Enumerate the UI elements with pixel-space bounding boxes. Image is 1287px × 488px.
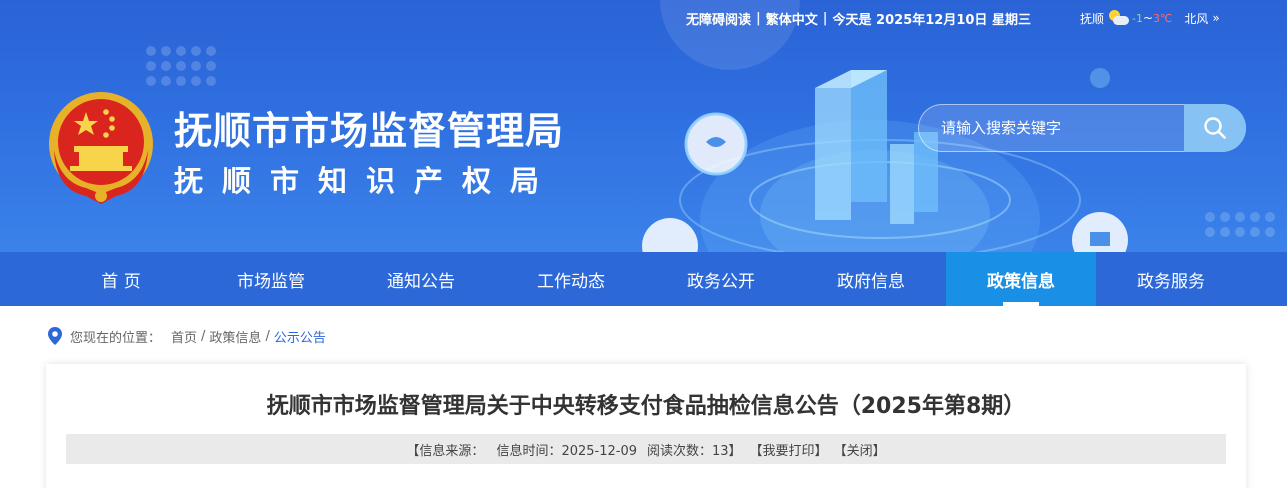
print-link[interactable]: 【我要打印】	[750, 440, 828, 459]
search-box	[918, 104, 1246, 152]
meta-source: 【信息来源：	[406, 443, 485, 459]
article-meta: 【信息来源： 信息时间：2025-12-09 阅读次数：13】 【我要打印】 【…	[66, 434, 1226, 464]
breadcrumb-label: 您现在的位置：	[70, 330, 162, 346]
weather-temp-high: 3℃	[1153, 11, 1173, 25]
separator: |	[756, 10, 761, 26]
banner-dots	[1205, 212, 1275, 237]
site-subtitle: 抚顺市知识产权局	[174, 164, 559, 198]
book-illustration	[642, 68, 1128, 252]
weather-city: 抚顺	[1080, 11, 1105, 26]
article-title: 抚顺市市场监督管理局关于中央转移支付食品抽检信息公告（2025年第8期）	[266, 394, 1026, 419]
accessibility-link[interactable]: 无障碍阅读	[686, 9, 751, 28]
site-title: 抚顺市市场监督管理局	[174, 109, 565, 153]
breadcrumb-separator: /	[265, 328, 270, 344]
close-link[interactable]: 【关闭】	[834, 440, 886, 459]
nav-item-market-supervision[interactable]: 市场监管	[196, 252, 346, 306]
location-pin-icon	[48, 327, 62, 345]
meta-views: 阅读次数：13】	[647, 443, 742, 459]
header-banner: 无障碍阅读 | 繁体中文 | 今天是 2025年12月10日 星期三 抚顺 -1…	[0, 0, 1287, 252]
nav-item-government-services[interactable]: 政务服务	[1096, 252, 1246, 306]
meta-time: 信息时间：2025-12-09	[496, 443, 637, 459]
nav-item-policy-info[interactable]: 政策信息	[946, 252, 1096, 306]
breadcrumb-separator: /	[201, 328, 206, 344]
traditional-chinese-link[interactable]: 繁体中文	[766, 9, 818, 28]
main-nav: 首 页 市场监管 通知公告 工作动态 政务公开 政府信息 政策信息 政务服务	[0, 252, 1287, 306]
breadcrumb-policy-info[interactable]: 政策信息	[209, 327, 261, 346]
partly-cloudy-icon	[1107, 10, 1130, 26]
separator: |	[822, 10, 828, 26]
search-icon	[1204, 117, 1226, 139]
weather-tilde: ~	[1142, 11, 1154, 25]
banner-dots	[146, 46, 216, 86]
nav-item-home[interactable]: 首 页	[46, 252, 196, 306]
search-input[interactable]	[941, 105, 1181, 151]
nav-item-government-info[interactable]: 政府信息	[796, 252, 946, 306]
nav-item-government-affairs[interactable]: 政务公开	[646, 252, 796, 306]
national-emblem-icon	[49, 92, 153, 204]
nav-item-work-news[interactable]: 工作动态	[496, 252, 646, 306]
search-button[interactable]	[1184, 104, 1246, 152]
nav-item-notices[interactable]: 通知公告	[346, 252, 496, 306]
breadcrumb-home[interactable]: 首页	[171, 327, 197, 346]
weather-wind: 北风	[1184, 11, 1209, 26]
weather-temp-low: -1	[1132, 11, 1143, 25]
weather-widget: 抚顺 -1 ~ 3℃ 北风 »	[1080, 9, 1220, 27]
breadcrumb-public-notice[interactable]: 公示公告	[274, 327, 326, 346]
weather-more-icon[interactable]: »	[1212, 11, 1219, 25]
breadcrumb: 您现在的位置： 首页 / 政策信息 / 公示公告	[48, 326, 326, 346]
today-date: 今天是 2025年12月10日 星期三	[832, 12, 1031, 28]
top-links: 无障碍阅读 | 繁体中文 | 今天是 2025年12月10日 星期三	[686, 8, 1031, 28]
article-card: 抚顺市市场监督管理局关于中央转移支付食品抽检信息公告（2025年第8期） 【信息…	[46, 364, 1246, 488]
